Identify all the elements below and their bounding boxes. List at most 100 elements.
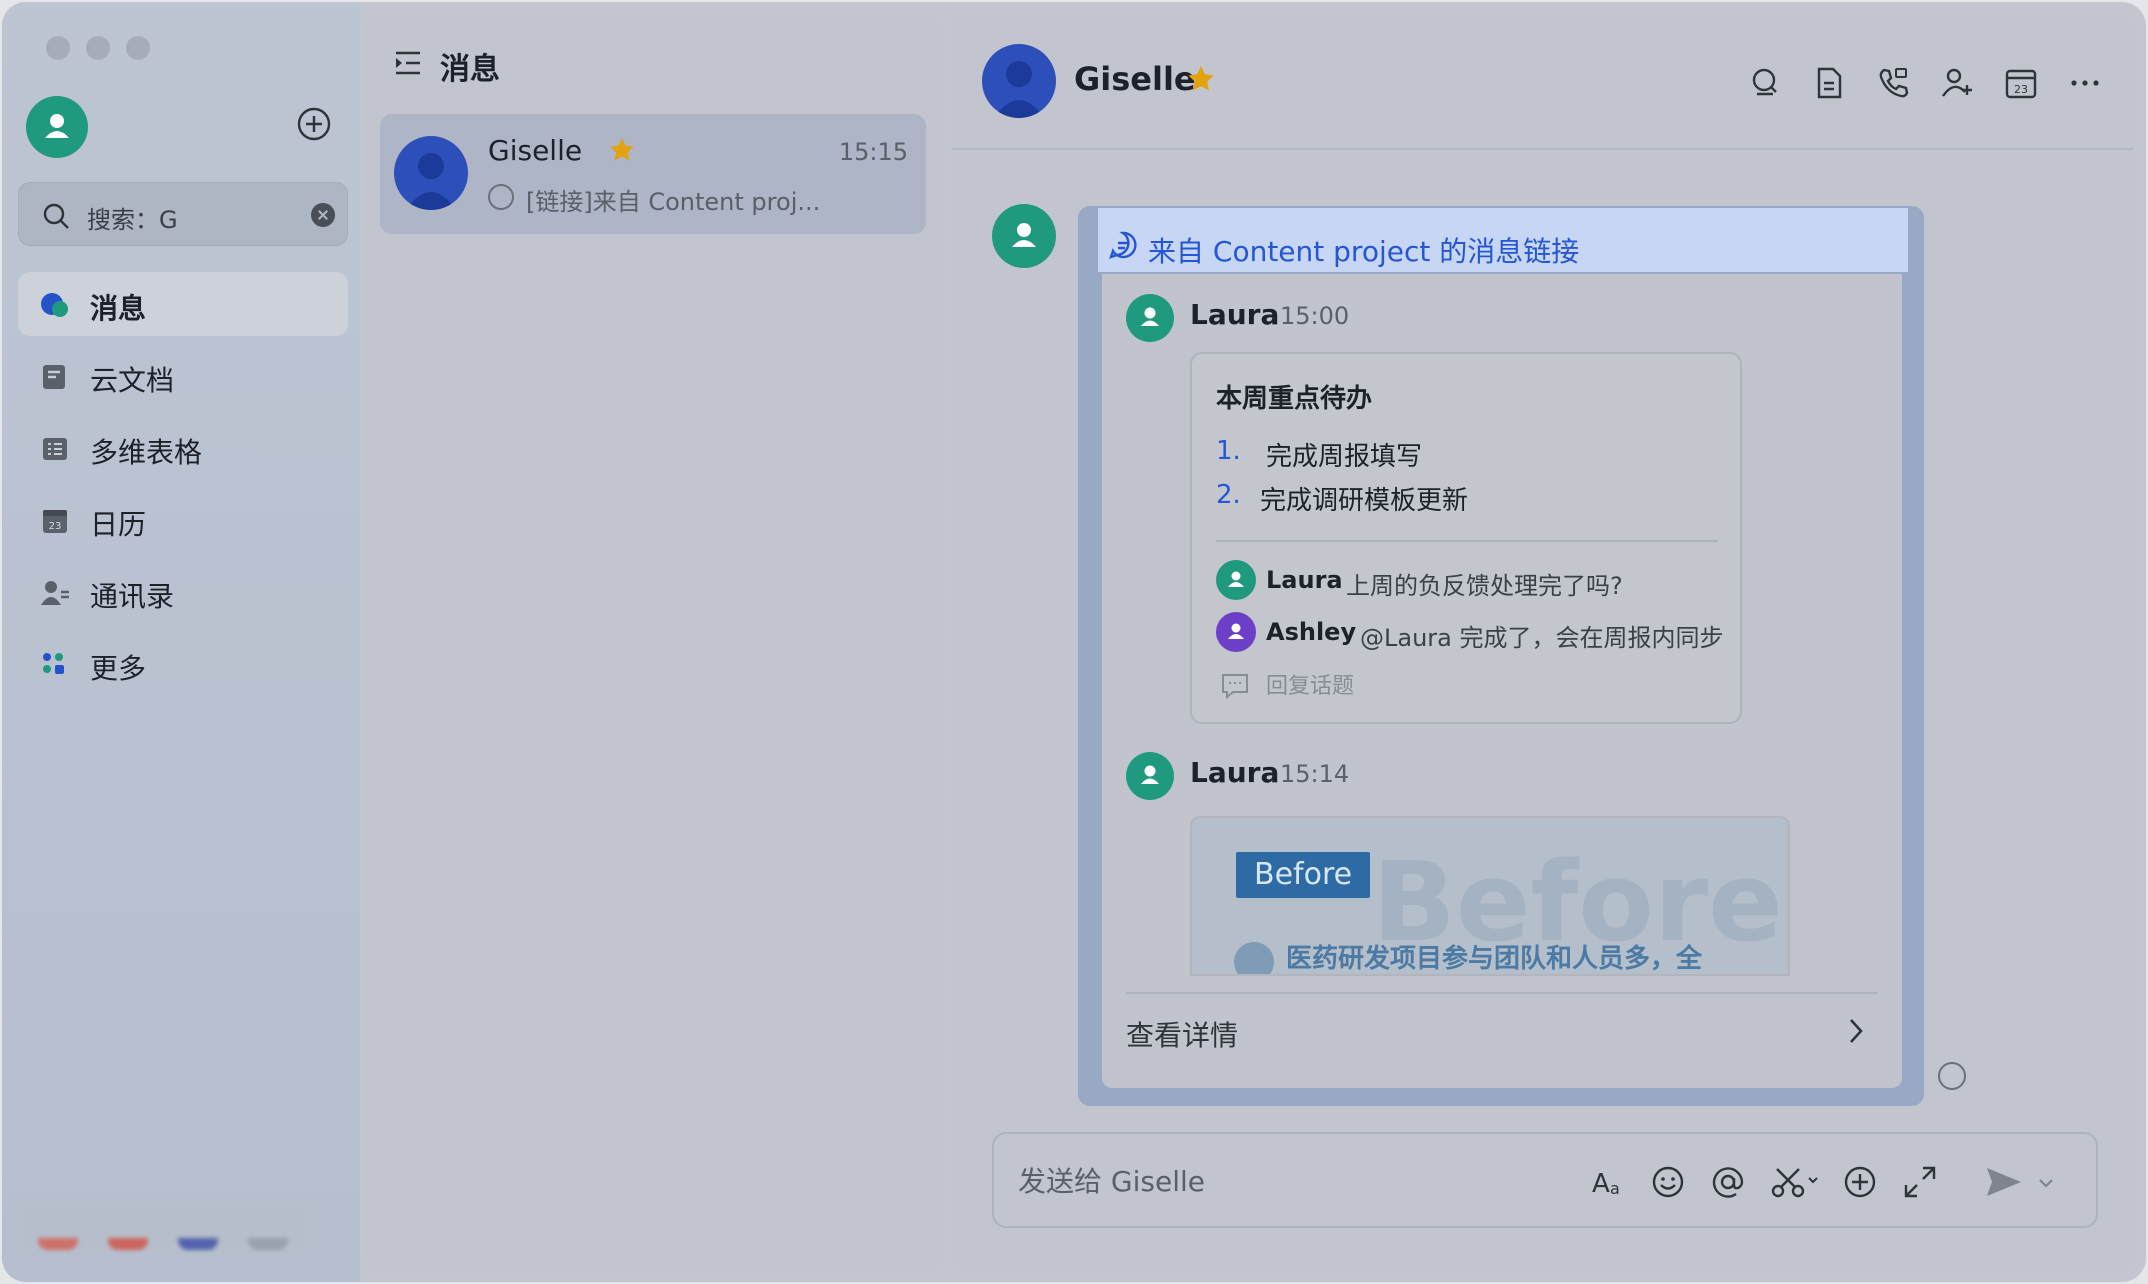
message-time: 15:14 xyxy=(1280,760,1350,788)
message-input[interactable] xyxy=(1018,1156,1578,1206)
search-chat-icon[interactable] xyxy=(1748,66,1782,100)
calendar-icon: 23 xyxy=(43,510,67,533)
laura-avatar xyxy=(1216,560,1256,600)
nav-label: 通讯录 xyxy=(90,580,175,613)
conversation-list-panel: 消息 Giselle 15:15 [链接]来自 Content proj... xyxy=(364,14,942,1270)
svg-text:a: a xyxy=(1610,1179,1620,1198)
more-options-icon[interactable] xyxy=(2068,66,2102,100)
nav-label: 多维表格 xyxy=(90,436,203,469)
forwarded-message-card[interactable]: 来自 Content project 的消息链接 Laura 15:00 本周重… xyxy=(1078,206,1924,1106)
phone-call-icon[interactable] xyxy=(1876,66,1910,100)
message-icon xyxy=(41,293,68,317)
window-close-button[interactable] xyxy=(46,36,70,60)
reply-author: Laura xyxy=(1266,566,1343,594)
docs-icon xyxy=(43,365,65,389)
document-icon[interactable] xyxy=(1812,66,1846,100)
left-navigation: 搜索：G 消息 云文档 多维表格 23 日历 通讯录 更多 xyxy=(2,2,360,1282)
app-root: 搜索：G 消息 云文档 多维表格 23 日历 通讯录 更多 消息 Giselle… xyxy=(0,0,2148,1284)
message-time: 15:00 xyxy=(1280,302,1350,330)
window-minimize-button[interactable] xyxy=(86,36,110,60)
chat-bubble-icon xyxy=(1109,231,1137,259)
nav-item-more[interactable]: 更多 xyxy=(18,632,348,696)
divider xyxy=(1216,540,1718,542)
nav-item-messages[interactable]: 消息 xyxy=(18,272,348,336)
person-icon xyxy=(1228,623,1244,639)
conversation-preview: [链接]来自 Content proj... xyxy=(526,188,821,216)
todo-item: 完成周报填写 xyxy=(1266,442,1423,472)
laura-avatar xyxy=(1126,752,1174,800)
person-icon xyxy=(406,153,456,210)
reply-author: Ashley xyxy=(1266,618,1357,646)
screenshot-scissors-icon[interactable] xyxy=(1770,1164,1822,1200)
calendar-icon[interactable]: 23 xyxy=(2004,66,2038,100)
laura-avatar xyxy=(1126,294,1174,342)
nav-label: 日历 xyxy=(90,508,147,541)
nav-label: 云文档 xyxy=(90,364,175,397)
svg-text:23: 23 xyxy=(49,521,62,532)
giselle-avatar xyxy=(394,136,468,210)
nav-label: 消息 xyxy=(90,292,147,325)
add-attachment-icon[interactable] xyxy=(1842,1164,1878,1200)
nav-item-calendar[interactable]: 23 日历 xyxy=(18,488,348,552)
add-circle-icon[interactable] xyxy=(296,106,332,142)
collapse-sidebar-icon[interactable] xyxy=(394,50,422,76)
chat-title: Giselle xyxy=(1074,60,1196,98)
conversation-name: Giselle xyxy=(488,134,583,167)
add-member-icon[interactable] xyxy=(1940,66,1974,100)
nav-item-contacts[interactable]: 通讯录 xyxy=(18,560,348,624)
list-title: 消息 xyxy=(440,52,500,87)
person-icon xyxy=(1141,307,1159,326)
chat-header: Giselle 23 xyxy=(952,14,2134,150)
search-query: 搜索：G xyxy=(87,206,178,234)
conversation-time: 15:15 xyxy=(838,138,908,166)
star-icon xyxy=(1188,66,1214,91)
divider xyxy=(1126,992,1878,994)
image-badge: Before xyxy=(1236,852,1371,898)
more-apps-icon xyxy=(43,653,64,674)
image-preview[interactable]: Before Before 医药研发项目参与团队和人员多，全 xyxy=(1190,816,1790,976)
ashley-avatar xyxy=(1216,612,1256,652)
chat-panel: Giselle 23 来自 Content project 的消息链接 Laur… xyxy=(952,14,2134,1270)
conversation-item-giselle[interactable]: Giselle 15:15 [链接]来自 Content proj... xyxy=(380,114,926,234)
todo-number: 2. xyxy=(1216,480,1241,510)
todo-title: 本周重点待办 xyxy=(1216,384,1373,414)
dock-blur xyxy=(22,1202,308,1252)
table-icon xyxy=(43,438,67,460)
unread-status-icon xyxy=(488,184,514,210)
expand-editor-icon[interactable] xyxy=(1902,1164,1938,1200)
chevron-right-icon[interactable] xyxy=(1844,1016,1868,1046)
star-icon xyxy=(610,138,634,161)
nav-label: 更多 xyxy=(90,652,147,685)
person-icon xyxy=(994,61,1044,118)
image-bullet-icon xyxy=(1234,942,1274,974)
person-icon xyxy=(45,114,69,138)
emoji-icon[interactable] xyxy=(1650,1164,1686,1200)
search-icon xyxy=(43,203,69,229)
person-icon xyxy=(1228,571,1244,587)
reply-topic-link[interactable]: 回复话题 xyxy=(1266,668,1354,700)
nav-item-docs[interactable]: 云文档 xyxy=(18,344,348,408)
my-avatar[interactable] xyxy=(992,204,1056,268)
chevron-down-icon[interactable] xyxy=(2034,1164,2058,1200)
person-icon xyxy=(1012,223,1036,247)
my-avatar[interactable] xyxy=(26,96,88,158)
reply-topic-icon xyxy=(1222,674,1248,700)
read-status-icon xyxy=(1938,1062,1966,1090)
nav-item-base[interactable]: 多维表格 xyxy=(18,416,348,480)
giselle-avatar[interactable] xyxy=(982,44,1056,118)
forward-title: 来自 Content project 的消息链接 xyxy=(1148,235,1580,268)
send-icon[interactable] xyxy=(1984,1164,2024,1200)
sender-name: Laura xyxy=(1190,756,1280,789)
forward-body: Laura 15:00 本周重点待办 1. 完成周报填写 2. 完成调研模板更新 xyxy=(1102,274,1902,1088)
text-format-icon[interactable]: A a xyxy=(1590,1164,1626,1200)
todo-card: 本周重点待办 1. 完成周报填写 2. 完成调研模板更新 Laura 上周的负反… xyxy=(1190,352,1742,724)
reply-text: 上周的负反馈处理完了吗? xyxy=(1346,572,1623,600)
forward-header: 来自 Content project 的消息链接 xyxy=(1098,208,1908,272)
reply-text: @Laura 完成了，会在周报内同步 xyxy=(1360,624,1724,652)
window-zoom-button[interactable] xyxy=(126,36,150,60)
view-details-link[interactable]: 查看详情 xyxy=(1126,1014,1238,1054)
image-caption: 医药研发项目参与团队和人员多，全 xyxy=(1286,944,1703,974)
mention-icon[interactable] xyxy=(1710,1164,1746,1200)
clear-search-icon[interactable] xyxy=(311,203,335,227)
search-box[interactable]: 搜索：G xyxy=(18,182,348,246)
